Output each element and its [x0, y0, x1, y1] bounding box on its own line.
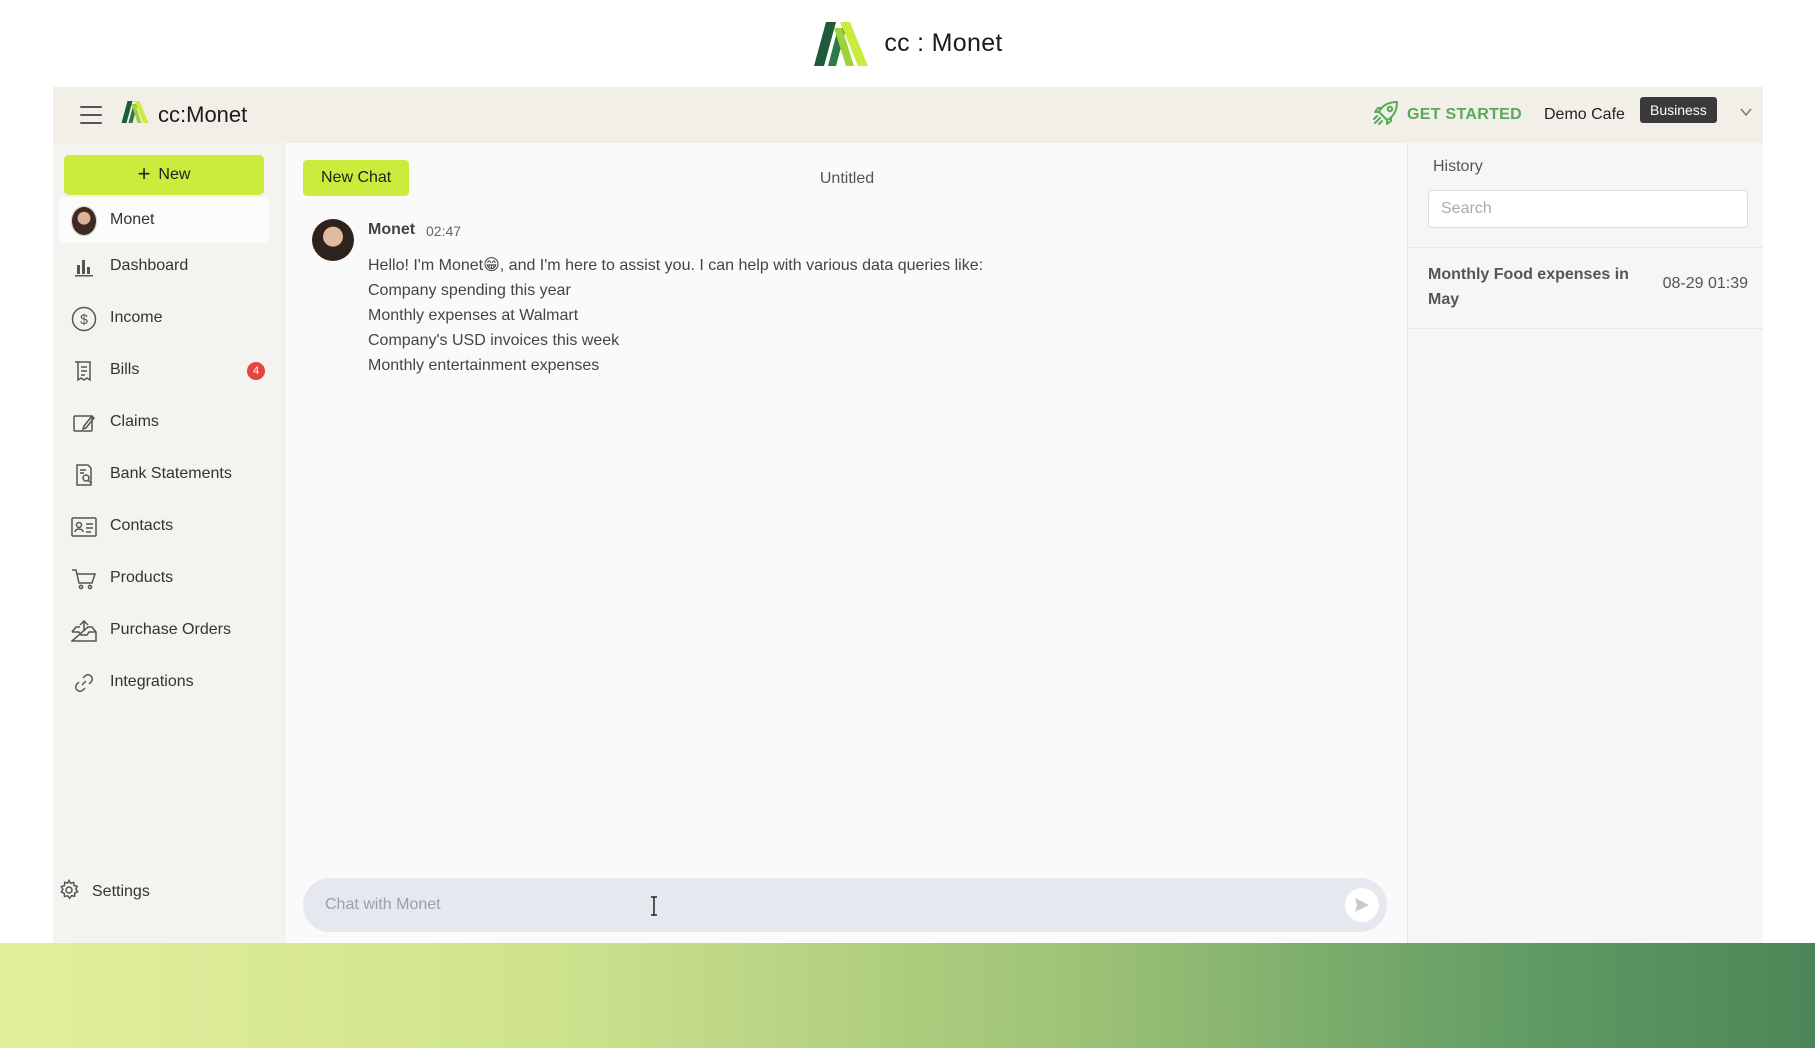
chat-title: Untitled: [819, 170, 875, 187]
sidebar-item-label: Integrations: [110, 673, 194, 690]
sidebar-item-integrations[interactable]: Integrations: [59, 659, 269, 705]
message-line: Hello! I'm Monet😁, and I'm here to assis…: [368, 257, 984, 274]
history-item[interactable]: Monthly Food expenses in May 08-29 01:39: [1409, 249, 1763, 325]
message-line: Company spending this year: [368, 282, 571, 299]
message-author: Monet: [368, 221, 416, 238]
sidebar-item-label: Bank Statements: [110, 465, 232, 482]
history-item-date: 08-29 01:39: [1662, 275, 1748, 292]
gear-icon: [58, 878, 80, 906]
sidebar-item-purchase-orders[interactable]: Purchase Orders: [59, 607, 269, 653]
message-body: Hello! I'm Monet😁, and I'm here to assis…: [368, 253, 1348, 378]
get-started-label: GET STARTED: [1407, 106, 1523, 123]
sidebar-item-label: Claims: [110, 413, 159, 430]
statement-icon: [71, 462, 97, 488]
bottom-gradient-band: [0, 943, 1815, 1048]
hamburger-menu-icon[interactable]: [80, 106, 102, 124]
sidebar-item-label: Products: [110, 569, 174, 586]
cart-icon: [71, 566, 97, 592]
sidebar-item-claims[interactable]: Claims: [59, 399, 269, 445]
svg-text:$: $: [80, 311, 88, 327]
rocket-icon: [1371, 98, 1401, 133]
sidebar-item-label: Dashboard: [110, 257, 189, 274]
history-title: History: [1433, 158, 1483, 175]
top-brand-banner: cc : Monet: [0, 0, 1815, 87]
send-icon: [1355, 898, 1369, 912]
chevron-down-icon[interactable]: [1738, 104, 1754, 120]
message-line: Monthly expenses at Walmart: [368, 307, 579, 324]
message-time: 02:47: [426, 223, 462, 239]
contact-card-icon: [71, 514, 97, 540]
message-line: Monthly entertainment expenses: [368, 357, 600, 374]
monet-avatar: [71, 206, 97, 236]
bar-chart-icon: [71, 254, 97, 280]
sidebar-item-label: Bills: [110, 361, 140, 378]
monet-logo-icon: [120, 100, 150, 129]
plan-badge: Business: [1640, 97, 1717, 123]
new-button-label: New: [158, 166, 191, 183]
app-window: cc:Monet GET STARTED Demo Cafe Business: [53, 87, 1763, 943]
new-chat-button[interactable]: New Chat: [303, 160, 410, 196]
top-brand-name: cc : Monet: [884, 29, 1003, 57]
divider: [1409, 247, 1763, 248]
get-started-button[interactable]: GET STARTED: [1371, 97, 1522, 133]
text-cursor-icon: [649, 896, 659, 916]
history-panel: History Monthly Food expenses in May 08-…: [1409, 143, 1763, 943]
send-button[interactable]: [1345, 888, 1379, 922]
sidebar-item-products[interactable]: Products: [59, 555, 269, 601]
settings-button[interactable]: Settings: [58, 878, 150, 906]
app-header: cc:Monet GET STARTED Demo Cafe Business: [53, 87, 1763, 143]
claims-icon: [71, 410, 97, 436]
sidebar-item-income[interactable]: $ Income: [59, 295, 269, 341]
link-icon: [71, 670, 97, 696]
header-logo[interactable]: cc:Monet: [120, 100, 247, 129]
receipt-icon: [71, 358, 97, 384]
sidebar-item-label: Income: [110, 309, 163, 326]
sidebar-item-monet[interactable]: Monet: [59, 197, 269, 243]
sidebar-item-dashboard[interactable]: Dashboard: [59, 243, 269, 289]
history-search-input[interactable]: [1428, 190, 1748, 228]
message-line: Company's USD invoices this week: [368, 332, 620, 349]
sidebar-item-bills[interactable]: Bills 4: [59, 347, 269, 393]
chat-input[interactable]: [325, 878, 1305, 932]
sidebar-item-label: Contacts: [110, 517, 174, 534]
divider: [1409, 328, 1763, 329]
bills-count-badge: 4: [247, 362, 265, 380]
settings-label: Settings: [92, 883, 150, 900]
sidebar-item-label: Purchase Orders: [110, 621, 231, 638]
history-item-name: Monthly Food expenses in May: [1428, 266, 1629, 308]
sidebar: + New Monet Dashboard $ Income Bills 4 C…: [53, 143, 283, 943]
inbox-upload-icon: [71, 618, 97, 644]
sidebar-item-bank-statements[interactable]: Bank Statements: [59, 451, 269, 497]
new-button[interactable]: + New: [64, 155, 264, 195]
header-brand-name: cc:Monet: [158, 101, 248, 127]
org-name[interactable]: Demo Cafe: [1544, 106, 1625, 124]
chat-panel: Untitled New Chat Monet 02:47 Hello! I'm…: [284, 143, 1408, 943]
sidebar-item-label: Monet: [110, 211, 155, 228]
chat-input-bar: [303, 878, 1387, 932]
dollar-circle-icon: $: [71, 306, 97, 332]
monet-logo-icon: [812, 20, 870, 68]
avatar: [312, 219, 354, 261]
plus-icon: +: [137, 161, 151, 186]
sidebar-item-contacts[interactable]: Contacts: [59, 503, 269, 549]
